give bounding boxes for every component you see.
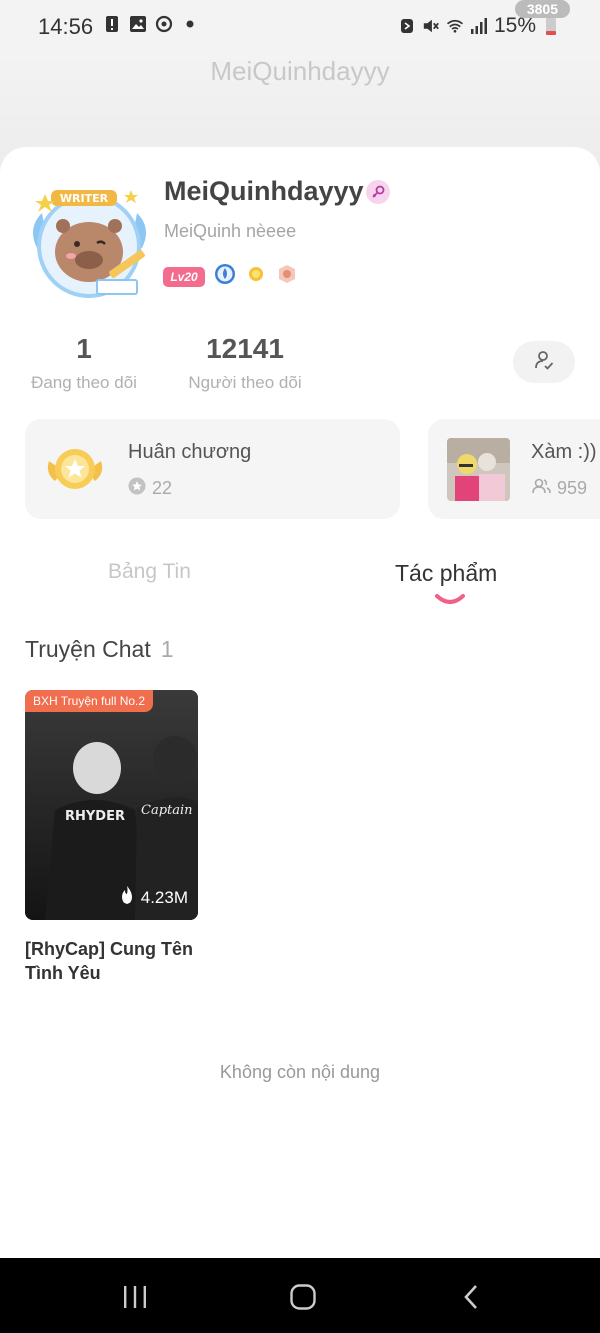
battery-icon [542, 16, 560, 35]
signal-icon [470, 17, 488, 35]
status-time: 14:56 [38, 14, 94, 39]
avatar[interactable]: WRITER [27, 188, 152, 298]
page-title: MeiQuinhdayyy [210, 56, 390, 86]
svg-text:Captain: Captain [141, 803, 193, 818]
group-card[interactable]: Xàm :)) 959 [428, 419, 600, 519]
flower-badge-icon[interactable] [276, 263, 298, 290]
group-avatar [447, 438, 510, 501]
follow-button[interactable] [513, 341, 575, 383]
recent-apps-button[interactable] [120, 1282, 150, 1312]
home-button[interactable] [288, 1282, 318, 1312]
view-count: 4.23M [140, 887, 188, 907]
section-count: 1 [160, 636, 174, 662]
system-nav-bar [0, 1258, 600, 1333]
dot-icon [181, 15, 199, 33]
group-count: 959 [557, 478, 588, 498]
following-count: 1 [76, 333, 92, 364]
medal-card[interactable]: Huân chương 22 [25, 419, 400, 519]
following-label: Đang theo dõi [31, 373, 137, 392]
svg-text:RHYDER: RHYDER [65, 809, 125, 824]
end-of-content-text: Không còn nội dung [219, 1062, 381, 1082]
active-tab-indicator [434, 592, 466, 611]
nfc-icon [398, 17, 416, 35]
female-icon [366, 180, 390, 204]
user-check-icon [533, 349, 555, 376]
profile-name: MeiQuinhdayyy [164, 176, 364, 206]
tab-feed[interactable]: Bảng Tin [108, 560, 191, 584]
back-button[interactable] [456, 1282, 486, 1312]
water-drop-badge-icon[interactable] [214, 263, 236, 290]
profile-bio: MeiQuinh nèeee [164, 221, 297, 241]
rank-tag: BXH Truyện full No.2 [25, 690, 154, 712]
section-title: Truyện Chat 1 [25, 636, 174, 662]
image-icon [129, 15, 147, 33]
followers-count: 12141 [206, 333, 284, 364]
wifi-icon [446, 17, 464, 35]
sync-icon [155, 15, 173, 33]
svg-text:WRITER: WRITER [60, 192, 109, 205]
fire-icon [119, 885, 135, 910]
mute-icon [422, 17, 440, 35]
steps-badge: 3805 [514, 0, 570, 18]
alert-icon [103, 15, 121, 33]
group-title: Xàm :)) [531, 441, 597, 463]
followers-label: Người theo dõi [188, 373, 302, 392]
story-cover[interactable]: RHYDER Captain BXH Truyện full No.2 4.23… [25, 690, 198, 920]
coin-badge-icon[interactable] [245, 263, 267, 290]
followers-stat[interactable]: 12141 Người theo dõi [178, 333, 312, 393]
story-title[interactable]: [RhyCap] Cung Tên Tình Yêu [25, 937, 215, 985]
members-icon [531, 477, 551, 500]
medal-title: Huân chương [128, 441, 252, 463]
status-bar: 14:56 15% 3805 [0, 0, 600, 54]
medal-count: 22 [152, 478, 173, 498]
level-badge[interactable]: Lv20 [163, 266, 205, 287]
following-stat[interactable]: 1 Đang theo dõi [22, 333, 146, 393]
tab-works[interactable]: Tác phẩm [395, 560, 497, 587]
medal-icon [43, 441, 107, 502]
star-circle-icon [128, 477, 146, 500]
badge-row: Lv20 [163, 263, 298, 290]
